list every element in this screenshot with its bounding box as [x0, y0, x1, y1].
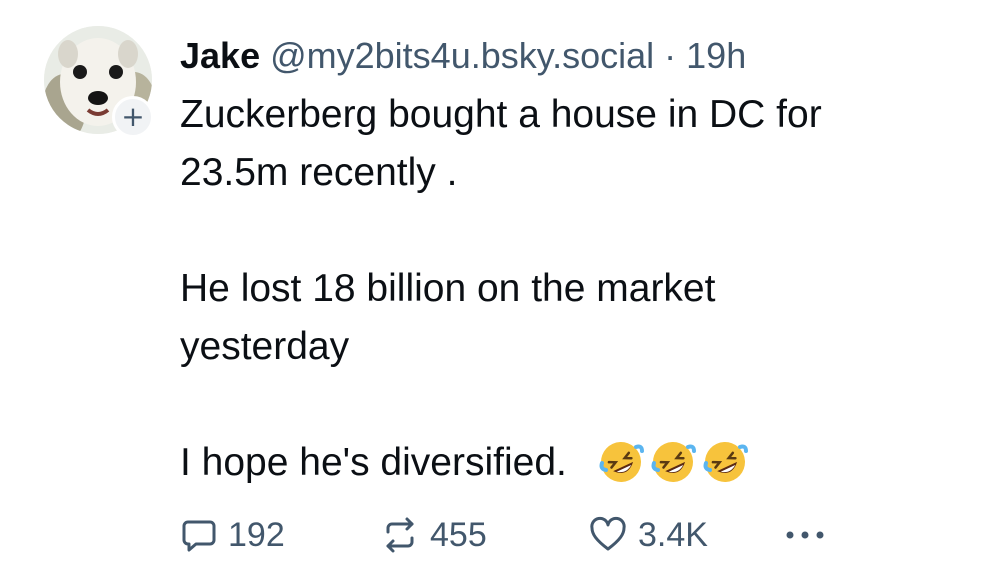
repost-count: 455 [430, 515, 487, 554]
reply-count: 192 [228, 515, 285, 554]
plus-icon: + [121, 100, 145, 133]
follow-button[interactable]: + [112, 96, 154, 138]
reply-button[interactable]: 192 [180, 516, 380, 555]
post-text: Zuckerberg bought a house in DC for 23.5… [180, 86, 980, 492]
like-count: 3.4K [638, 515, 708, 554]
reply-icon [182, 520, 216, 552]
post-actions: 192 455 3.4K [180, 510, 830, 560]
repost-button[interactable]: 455 [380, 516, 588, 555]
rolling-on-floor-laughing-icon [651, 442, 696, 482]
post-card[interactable]: + Jake @my2bits4u.bsky.social · 19h Zuck… [0, 0, 1000, 576]
avatar-container: + [44, 26, 154, 138]
author-handle[interactable]: @my2bits4u.bsky.social [270, 35, 654, 76]
rolling-on-floor-laughing-icon [599, 442, 644, 482]
post-text-line: I hope he's diversified. [180, 441, 567, 484]
ellipsis-icon [786, 531, 824, 539]
post-header: Jake @my2bits4u.bsky.social · 19h [180, 30, 980, 82]
header-separator: · [664, 35, 677, 76]
heart-icon [590, 516, 626, 551]
author-display-name[interactable]: Jake [180, 35, 260, 76]
more-options-button[interactable] [780, 529, 830, 541]
post-content: Jake @my2bits4u.bsky.social · 19h Zucker… [180, 30, 980, 492]
post-text-line: He lost 18 billion on the market [180, 267, 716, 310]
post-text-line: yesterday [180, 325, 350, 368]
post-timestamp[interactable]: 19h [686, 35, 746, 76]
post-text-line: 23.5m recently . [180, 151, 458, 194]
like-button[interactable]: 3.4K [588, 516, 780, 555]
emoji-group [598, 439, 748, 485]
post-text-line-with-emoji: I hope he's diversified. [180, 434, 980, 492]
repost-icon [386, 517, 414, 553]
post-text-line: Zuckerberg bought a house in DC for [180, 93, 822, 136]
rolling-on-floor-laughing-icon [703, 442, 748, 482]
